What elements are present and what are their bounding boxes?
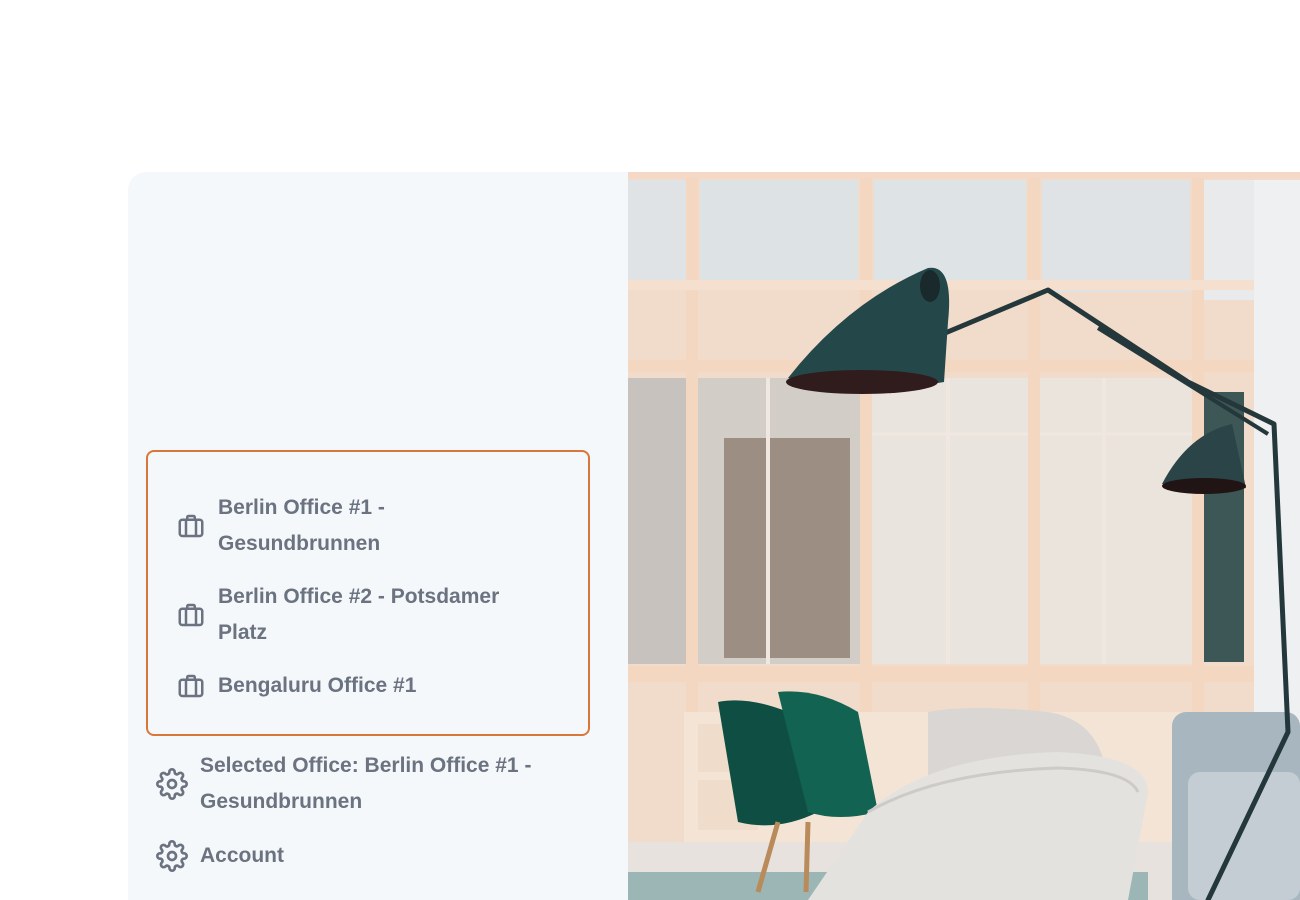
briefcase-icon [176,671,206,701]
app-card: Berlin Office #1 - Gesundbrunnen Berlin … [128,172,1300,900]
office-list: Berlin Office #1 - Gesundbrunnen Berlin … [146,450,590,736]
office-item-berlin-1[interactable]: Berlin Office #1 - Gesundbrunnen [176,490,548,562]
sidebar: Berlin Office #1 - Gesundbrunnen Berlin … [128,172,628,900]
gear-icon [156,768,188,800]
briefcase-icon [176,600,206,630]
office-item-label: Berlin Office #1 - Gesundbrunnen [218,496,385,555]
office-item-label: Bengaluru Office #1 [218,674,417,697]
selected-office-label: Selected Office: Berlin Office #1 - Gesu… [200,754,532,813]
office-item-bengaluru-1[interactable]: Bengaluru Office #1 [176,668,548,704]
briefcase-icon [176,511,206,541]
office-item-label: Berlin Office #2 - Potsdamer Platz [218,585,500,644]
account-label: Account [200,844,284,867]
account-menu-item[interactable]: Account [156,838,580,874]
selected-office-menu-item[interactable]: Selected Office: Berlin Office #1 - Gesu… [156,748,580,820]
gear-icon [156,840,188,872]
office-interior-image [628,172,1300,900]
office-item-berlin-2[interactable]: Berlin Office #2 - Potsdamer Platz [176,579,548,651]
